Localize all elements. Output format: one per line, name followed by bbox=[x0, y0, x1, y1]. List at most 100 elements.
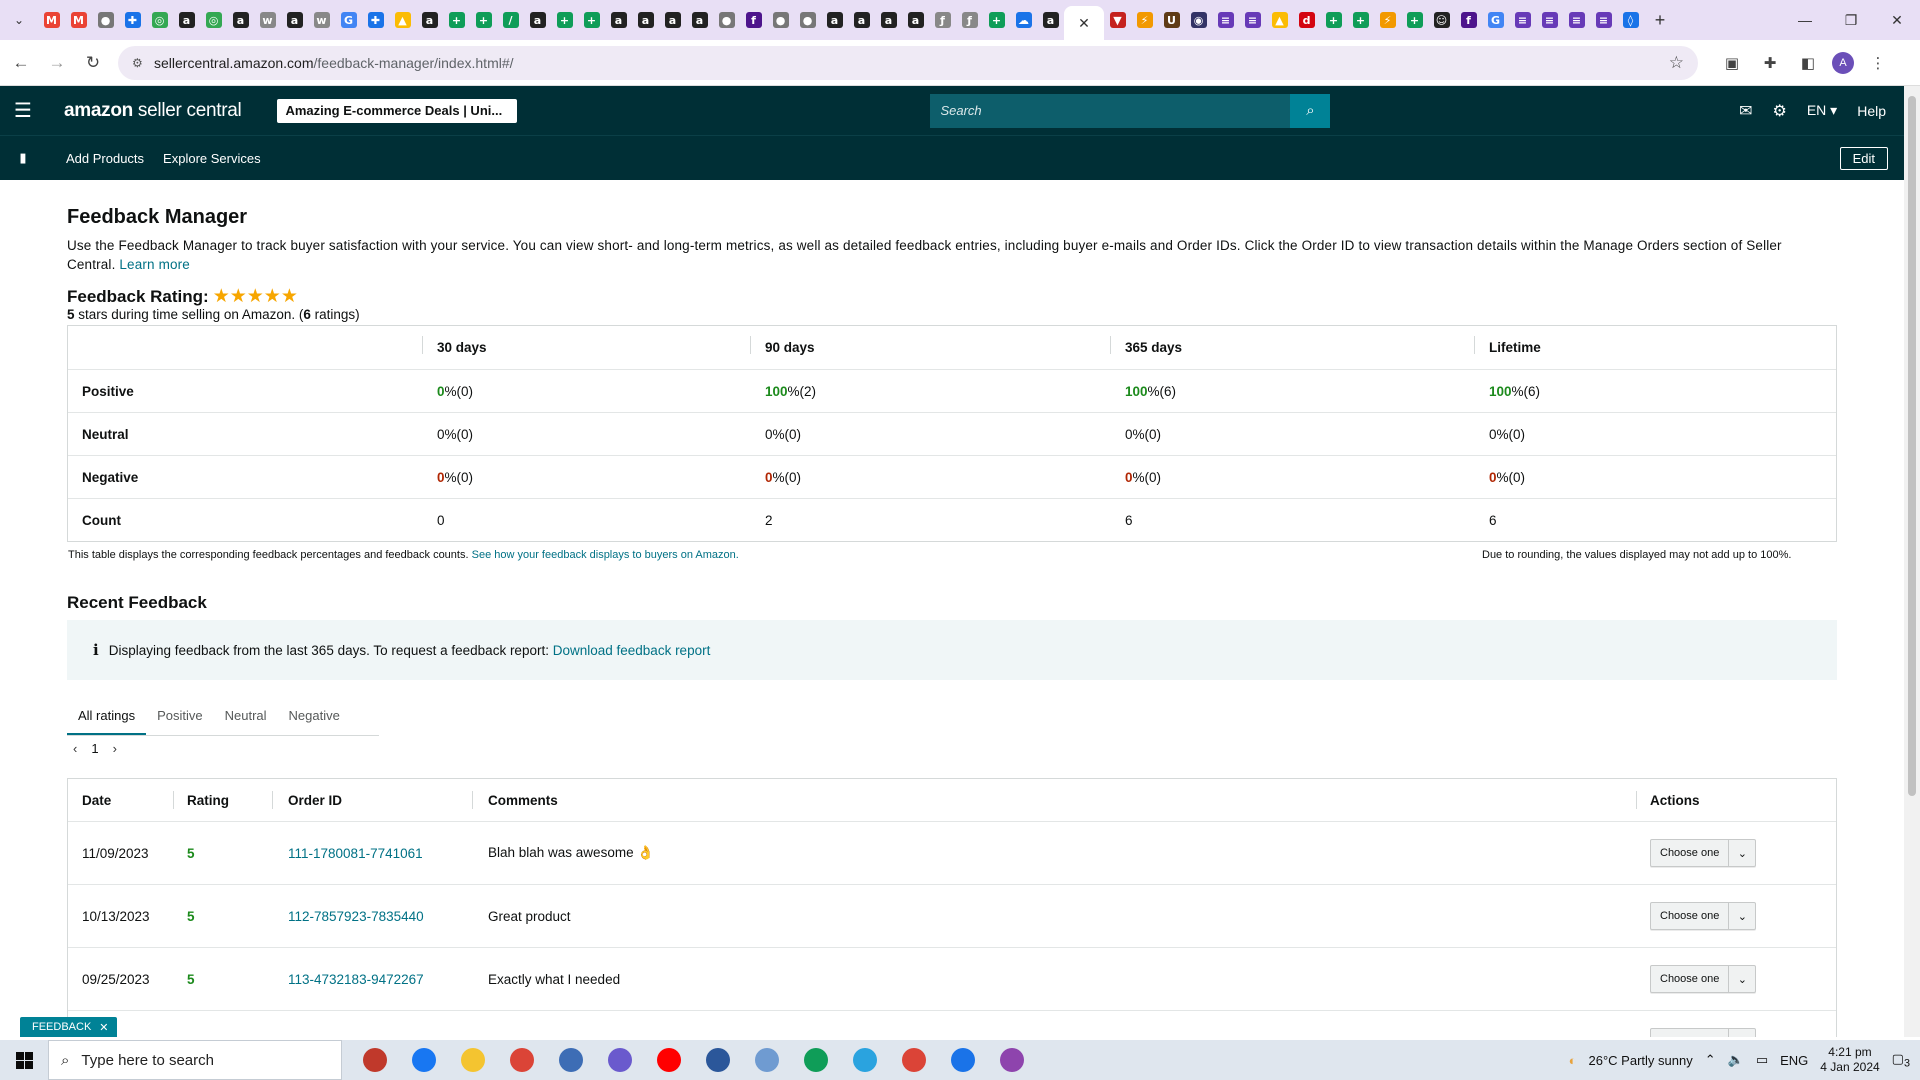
scrollbar-thumb[interactable] bbox=[1908, 96, 1916, 796]
browser-tab[interactable]: ▲ bbox=[1266, 0, 1293, 40]
browser-tab[interactable]: / bbox=[497, 0, 524, 40]
browser-tab[interactable]: a bbox=[227, 0, 254, 40]
browser-tab[interactable]: a bbox=[605, 0, 632, 40]
browser-tab[interactable]: U bbox=[1158, 0, 1185, 40]
browser-tab[interactable]: ƒ bbox=[929, 0, 956, 40]
weather-icon[interactable]: ◐ bbox=[1569, 1053, 1577, 1068]
seller-central-logo[interactable]: amazon seller central bbox=[64, 100, 242, 122]
taskbar-app[interactable] bbox=[350, 1040, 399, 1080]
taskbar-app[interactable] bbox=[840, 1040, 889, 1080]
chevron-left-icon[interactable]: ‹ bbox=[73, 741, 77, 756]
order-id-link[interactable]: 113-6207435-7971442 bbox=[272, 1011, 472, 1038]
browser-tab[interactable]: w bbox=[308, 0, 335, 40]
actions-dropdown-label[interactable]: Choose one bbox=[1651, 966, 1730, 992]
actions-dropdown[interactable]: Choose one⌄ bbox=[1650, 965, 1757, 993]
browser-tab[interactable]: a bbox=[902, 0, 929, 40]
browser-tab[interactable]: ◊ bbox=[1617, 0, 1644, 40]
browser-tab[interactable]: ☁ bbox=[1010, 0, 1037, 40]
actions-dropdown-label[interactable]: Choose one bbox=[1651, 903, 1730, 929]
download-feedback-report-link[interactable]: Download feedback report bbox=[553, 643, 711, 658]
nav-explore-services[interactable]: Explore Services bbox=[163, 151, 261, 166]
browser-tab[interactable]: M bbox=[65, 0, 92, 40]
browser-tab[interactable]: + bbox=[1320, 0, 1347, 40]
browser-tab[interactable]: G bbox=[1482, 0, 1509, 40]
browser-tab[interactable]: a bbox=[281, 0, 308, 40]
actions-dropdown[interactable]: Choose one⌄ bbox=[1650, 1028, 1757, 1038]
store-selector[interactable]: Amazing E-commerce Deals | Uni... bbox=[277, 98, 518, 123]
actions-dropdown[interactable]: Choose one⌄ bbox=[1650, 839, 1757, 867]
chevron-right-icon[interactable]: › bbox=[113, 741, 117, 756]
browser-tab[interactable]: a bbox=[659, 0, 686, 40]
address-bar[interactable]: ⚙ sellercentral.amazon.com/feedback-mana… bbox=[118, 45, 1698, 80]
chevron-down-icon[interactable]: ⌄ bbox=[1729, 973, 1755, 986]
reload-icon[interactable]: ↻ bbox=[78, 48, 108, 78]
browser-tab[interactable]: f bbox=[1455, 0, 1482, 40]
feedback-widget-button[interactable]: FEEDBACK ✕ bbox=[20, 1017, 117, 1037]
network-icon[interactable]: ▭ bbox=[1756, 1052, 1768, 1068]
browser-tab[interactable]: ⚡ bbox=[1374, 0, 1401, 40]
weather-text[interactable]: 26°C Partly sunny bbox=[1589, 1053, 1693, 1068]
browser-tab[interactable]: + bbox=[578, 0, 605, 40]
browser-tab[interactable]: + bbox=[1401, 0, 1428, 40]
search-input[interactable] bbox=[930, 93, 1291, 128]
taskbar-app[interactable] bbox=[693, 1040, 742, 1080]
help-link[interactable]: Help bbox=[1857, 103, 1886, 119]
browser-tab[interactable]: ● bbox=[92, 0, 119, 40]
browser-tab[interactable]: ☺ bbox=[1428, 0, 1455, 40]
browser-tab[interactable]: G bbox=[335, 0, 362, 40]
browser-menu-icon[interactable]: ⋮ bbox=[1864, 49, 1892, 77]
edit-nav-button[interactable]: Edit bbox=[1839, 146, 1888, 170]
taskbar-app[interactable] bbox=[889, 1040, 938, 1080]
browser-tab[interactable]: f bbox=[740, 0, 767, 40]
tab-all-ratings[interactable]: All ratings bbox=[67, 700, 147, 735]
chevron-down-icon[interactable]: ⌄ bbox=[1729, 847, 1755, 860]
taskbar-search[interactable]: ⌕ Type here to search bbox=[48, 1040, 342, 1080]
chevron-down-icon[interactable]: ⌄ bbox=[1729, 1036, 1755, 1038]
notifications-icon[interactable]: ▢3 bbox=[1892, 1051, 1910, 1070]
windows-start-icon[interactable] bbox=[0, 1040, 48, 1080]
new-tab-icon[interactable]: + bbox=[1644, 0, 1676, 40]
hamburger-menu-icon[interactable]: ☰ bbox=[0, 86, 46, 135]
taskbar-app[interactable] bbox=[448, 1040, 497, 1080]
browser-tab[interactable]: ≡ bbox=[1563, 0, 1590, 40]
close-window-icon[interactable]: ✕ bbox=[1874, 0, 1920, 40]
browser-tab[interactable]: + bbox=[470, 0, 497, 40]
browser-tab[interactable]: + bbox=[1347, 0, 1374, 40]
browser-tab[interactable]: a bbox=[686, 0, 713, 40]
browser-tab[interactable]: + bbox=[551, 0, 578, 40]
language-indicator[interactable]: ENG bbox=[1780, 1053, 1808, 1068]
order-id-link[interactable]: 111-1780081-7741061 bbox=[272, 822, 472, 884]
tab-neutral[interactable]: Neutral bbox=[214, 700, 278, 735]
extension-badge-icon[interactable]: ▣ bbox=[1718, 49, 1746, 77]
page-number[interactable]: 1 bbox=[91, 741, 98, 756]
browser-tab[interactable]: ƒ bbox=[956, 0, 983, 40]
browser-tab[interactable]: a bbox=[524, 0, 551, 40]
actions-dropdown-label[interactable]: Choose one bbox=[1651, 840, 1730, 866]
site-info-icon[interactable]: ⚙ bbox=[132, 56, 154, 70]
volume-icon[interactable]: 🔈 bbox=[1728, 1052, 1744, 1068]
browser-tab[interactable]: + bbox=[983, 0, 1010, 40]
browser-tab[interactable]: ● bbox=[713, 0, 740, 40]
bookmark-icon[interactable]: ▮ bbox=[0, 150, 46, 166]
browser-tab[interactable]: w bbox=[254, 0, 281, 40]
actions-dropdown-label[interactable]: Choose one bbox=[1651, 1029, 1730, 1037]
browser-tab[interactable]: ✚ bbox=[119, 0, 146, 40]
extensions-puzzle-icon[interactable]: ✚ bbox=[1756, 49, 1784, 77]
browser-tab[interactable]: ≡ bbox=[1536, 0, 1563, 40]
browser-tab[interactable]: ● bbox=[767, 0, 794, 40]
close-icon[interactable]: ✕ bbox=[99, 1021, 108, 1034]
restore-icon[interactable]: ❐ bbox=[1828, 0, 1874, 40]
search-icon[interactable]: ⌕ bbox=[1290, 93, 1331, 128]
taskbar-app[interactable] bbox=[399, 1040, 448, 1080]
taskbar-app[interactable] bbox=[791, 1040, 840, 1080]
chevron-down-icon[interactable]: ⌄ bbox=[1729, 910, 1755, 923]
order-id-link[interactable]: 113-4732183-9472267 bbox=[272, 948, 472, 1010]
browser-tab[interactable]: a bbox=[416, 0, 443, 40]
mail-icon[interactable]: ✉ bbox=[1739, 101, 1752, 121]
back-icon[interactable]: ← bbox=[6, 48, 36, 78]
bookmark-star-icon[interactable]: ☆ bbox=[1669, 53, 1684, 73]
taskbar-app[interactable] bbox=[987, 1040, 1036, 1080]
browser-tab[interactable]: ◉ bbox=[1185, 0, 1212, 40]
active-tab-close-icon[interactable]: ✕ bbox=[1064, 6, 1104, 40]
clock[interactable]: 4:21 pm 4 Jan 2024 bbox=[1820, 1045, 1879, 1075]
